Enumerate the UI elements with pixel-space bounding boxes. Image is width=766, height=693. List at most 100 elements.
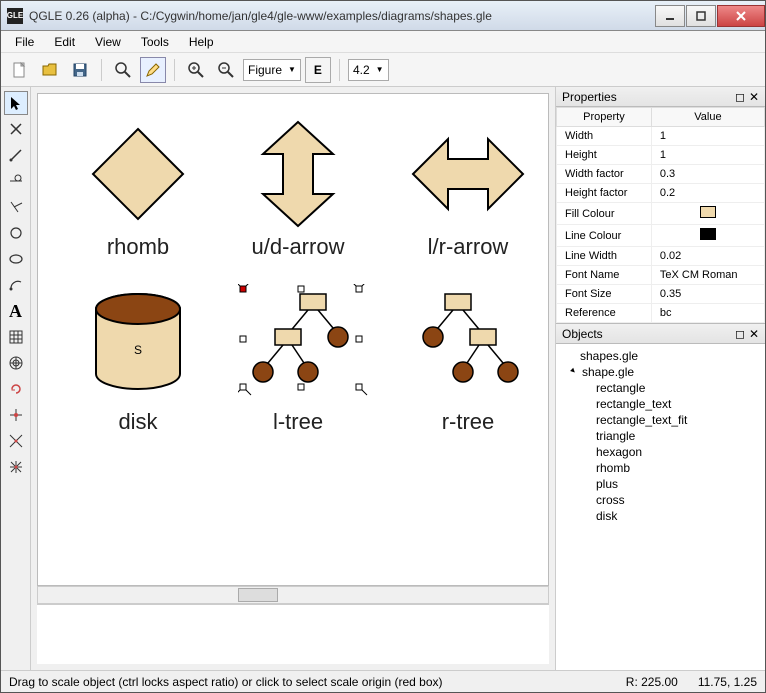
objects-tree[interactable]: shapes.gleshape.glerectanglerectangle_te… xyxy=(556,344,765,670)
window-title: QGLE 0.26 (alpha) - C:/Cygwin/home/jan/g… xyxy=(29,9,655,23)
open-button[interactable] xyxy=(37,57,63,83)
canvas[interactable]: rhomb u/d-arrow l/r-arrow S disk xyxy=(37,93,549,586)
right-pane: Properties ◻✕ PropertyValue Width1Height… xyxy=(555,87,765,670)
close-panel-icon[interactable]: ✕ xyxy=(749,90,759,104)
ellipse-tool[interactable] xyxy=(4,247,28,271)
text-tool[interactable]: A xyxy=(4,299,28,323)
prop-key: Line Colour xyxy=(557,225,652,247)
prop-key: Font Size xyxy=(557,285,652,304)
ud-arrow-shape xyxy=(248,119,348,229)
status-text: Drag to scale object (ctrl locks aspect … xyxy=(9,675,606,689)
prop-value[interactable]: 0.3 xyxy=(651,165,764,184)
maximize-button[interactable] xyxy=(686,5,716,27)
line-tool[interactable] xyxy=(4,143,28,167)
undock-icon[interactable]: ◻ xyxy=(735,327,745,341)
prop-value[interactable]: 1 xyxy=(651,127,764,146)
menu-view[interactable]: View xyxy=(87,33,129,51)
snap-mid-tool[interactable] xyxy=(4,403,28,427)
objects-header: Objects ◻✕ xyxy=(556,324,765,344)
polar-grid-tool[interactable] xyxy=(4,351,28,375)
prop-value[interactable]: 0.35 xyxy=(651,285,764,304)
menu-edit[interactable]: Edit xyxy=(46,33,83,51)
menu-tools[interactable]: Tools xyxy=(133,33,177,51)
ltree-label: l-tree xyxy=(253,409,343,435)
toolbar: Figure▼ E 4.2▼ xyxy=(1,53,765,87)
canvas-bottom-strip xyxy=(37,604,549,664)
prop-key: Width xyxy=(557,127,652,146)
status-r: R: 225.00 xyxy=(626,675,678,689)
close-panel-icon[interactable]: ✕ xyxy=(749,327,759,341)
save-button[interactable] xyxy=(67,57,93,83)
prop-key: Fill Colour xyxy=(557,203,652,225)
e-button[interactable]: E xyxy=(305,57,331,83)
prop-value[interactable]: 0.02 xyxy=(651,247,764,266)
titlebar: GLE QGLE 0.26 (alpha) - C:/Cygwin/home/j… xyxy=(1,1,765,31)
x-tool[interactable] xyxy=(4,117,28,141)
app-icon: GLE xyxy=(7,8,23,24)
rhomb-shape xyxy=(88,124,188,224)
h-scrollbar[interactable] xyxy=(37,586,549,604)
prop-value[interactable] xyxy=(651,225,764,247)
menu-file[interactable]: File xyxy=(7,33,42,51)
tree-item[interactable]: rhomb xyxy=(556,460,765,476)
close-button[interactable] xyxy=(717,5,765,27)
tree-item[interactable]: shapes.gle xyxy=(556,348,765,364)
zoom-in-button[interactable] xyxy=(183,57,209,83)
tree-item[interactable]: hexagon xyxy=(556,444,765,460)
tree-item[interactable]: rectangle_text xyxy=(556,396,765,412)
prop-value[interactable]: 1 xyxy=(651,146,764,165)
tree-item[interactable]: disk xyxy=(556,508,765,524)
side-toolbar: A xyxy=(1,87,31,670)
rotate-tool[interactable] xyxy=(4,377,28,401)
prop-key: Width factor xyxy=(557,165,652,184)
rtree-shape xyxy=(413,289,533,399)
edit-tool-button[interactable] xyxy=(140,57,166,83)
undock-icon[interactable]: ◻ xyxy=(735,90,745,104)
svg-text:S: S xyxy=(134,343,142,357)
ud-arrow-label: u/d-arrow xyxy=(233,234,363,260)
rtree-label: r-tree xyxy=(423,409,513,435)
figure-combo[interactable]: Figure▼ xyxy=(243,59,301,81)
tree-item[interactable]: triangle xyxy=(556,428,765,444)
grid-tool[interactable] xyxy=(4,325,28,349)
disk-label: disk xyxy=(93,409,183,435)
circle-tool[interactable] xyxy=(4,221,28,245)
tree-item[interactable]: plus xyxy=(556,476,765,492)
tree-item[interactable]: cross xyxy=(556,492,765,508)
tree-item[interactable]: shape.gle xyxy=(556,364,765,380)
properties-header: Properties ◻✕ xyxy=(556,87,765,107)
snap-end-tool[interactable] xyxy=(4,429,28,453)
status-coords: 11.75, 1.25 xyxy=(698,675,757,689)
tree-item[interactable]: rectangle_text_fit xyxy=(556,412,765,428)
status-bar: Drag to scale object (ctrl locks aspect … xyxy=(1,670,765,692)
tan-line-tool[interactable] xyxy=(4,169,28,193)
prop-value[interactable]: TeX CM Roman xyxy=(651,266,764,285)
prop-key: Height xyxy=(557,146,652,165)
prop-key: Height factor xyxy=(557,184,652,203)
new-button[interactable] xyxy=(7,57,33,83)
prop-value[interactable]: 0.2 xyxy=(651,184,764,203)
zoom-tool-button[interactable] xyxy=(110,57,136,83)
tree-item[interactable]: rectangle xyxy=(556,380,765,396)
lr-arrow-label: l/r-arrow xyxy=(403,234,533,260)
disk-shape: S xyxy=(93,289,183,399)
prop-value[interactable] xyxy=(651,203,764,225)
prop-key: Reference xyxy=(557,304,652,323)
canvas-area: rhomb u/d-arrow l/r-arrow S disk xyxy=(31,87,555,670)
cursor-tool[interactable] xyxy=(4,91,28,115)
arc-tool[interactable] xyxy=(4,273,28,297)
perp-line-tool[interactable] xyxy=(4,195,28,219)
snap-int-tool[interactable] xyxy=(4,455,28,479)
prop-key: Font Name xyxy=(557,266,652,285)
minimize-button[interactable] xyxy=(655,5,685,27)
zoom-combo[interactable]: 4.2▼ xyxy=(348,59,389,81)
zoom-out-button[interactable] xyxy=(213,57,239,83)
properties-table: PropertyValue Width1Height1Width factor0… xyxy=(556,107,765,324)
prop-key: Line Width xyxy=(557,247,652,266)
menu-help[interactable]: Help xyxy=(181,33,222,51)
lr-arrow-shape xyxy=(408,124,528,224)
prop-value[interactable]: bc xyxy=(651,304,764,323)
menubar: File Edit View Tools Help xyxy=(1,31,765,53)
ltree-shape xyxy=(238,284,368,404)
rhomb-label: rhomb xyxy=(88,234,188,260)
